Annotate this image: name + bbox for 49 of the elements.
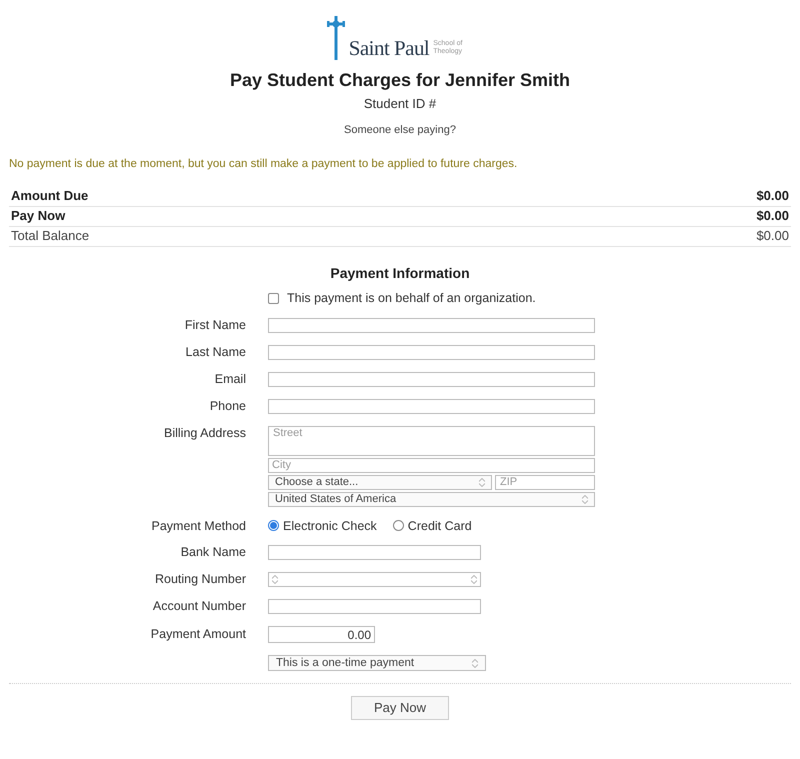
dropdown-arrows-icon — [471, 575, 477, 584]
text-field[interactable] — [268, 398, 595, 414]
field-label: Billing Address — [164, 426, 246, 440]
summary-label: Pay Now — [11, 209, 66, 224]
dropdown-arrows-icon — [582, 494, 588, 504]
zip-field[interactable]: ZIP — [495, 474, 595, 490]
field-label: First Name — [184, 318, 246, 332]
text-field[interactable] — [268, 599, 481, 614]
street-field[interactable]: Street — [268, 426, 595, 456]
pay-now-button[interactable]: Pay Now — [350, 696, 450, 720]
field-label: Payment Method — [152, 518, 246, 534]
routing-select[interactable] — [268, 572, 481, 588]
amount-field[interactable]: 0.00 — [268, 626, 375, 644]
summary-amount: $0.00 — [756, 189, 789, 204]
page-title: Pay Student Charges for Jennifer Smith — [230, 70, 570, 91]
radio-button[interactable] — [268, 520, 279, 532]
notice-message: No payment is due at the moment, but you can still make a payment to be applied to future charges. — [8, 158, 518, 172]
field-label: Payment Amount — [150, 627, 246, 642]
summary-label: Amount Due — [11, 189, 88, 204]
frequency-select[interactable]: This is a one-time payment — [268, 655, 486, 672]
dropdown-arrows-icon — [472, 658, 478, 668]
text-field[interactable] — [268, 372, 595, 387]
checkbox-label: This payment is on behalf of an organization. — [287, 291, 536, 306]
text-field[interactable] — [268, 545, 481, 560]
radio-label: Credit Card — [408, 518, 472, 534]
state-select[interactable]: Choose a state... — [268, 474, 492, 490]
field-label: Phone — [210, 399, 246, 414]
dropdown-arrows-icon — [272, 575, 278, 584]
field-label: Bank Name — [180, 545, 246, 560]
student-id: Student ID # — [364, 96, 436, 112]
field-label: Email — [214, 372, 246, 386]
text-field[interactable] — [268, 318, 595, 333]
logo-text: Saint Paul — [348, 36, 430, 60]
dropdown-arrows-icon — [479, 478, 485, 487]
radio-label: Electronic Check — [283, 518, 377, 534]
summary-amount: $0.00 — [756, 209, 789, 224]
field-label: Last Name — [186, 345, 246, 360]
text-field[interactable] — [268, 344, 595, 360]
radio-button[interactable] — [392, 520, 404, 532]
someone-else-link[interactable]: Someone else paying? — [344, 124, 456, 136]
field-label: Account Number — [152, 599, 246, 614]
country-select[interactable]: United States of America — [268, 492, 595, 507]
cross-icon — [326, 16, 345, 60]
summary-amount: $0.00 — [756, 229, 789, 244]
field-label: Routing Number — [154, 572, 246, 587]
section-title: Payment Information — [329, 265, 471, 282]
summary-label: Total Balance — [11, 229, 90, 244]
city-field[interactable]: City — [268, 458, 595, 473]
organization-checkbox[interactable] — [268, 293, 279, 304]
